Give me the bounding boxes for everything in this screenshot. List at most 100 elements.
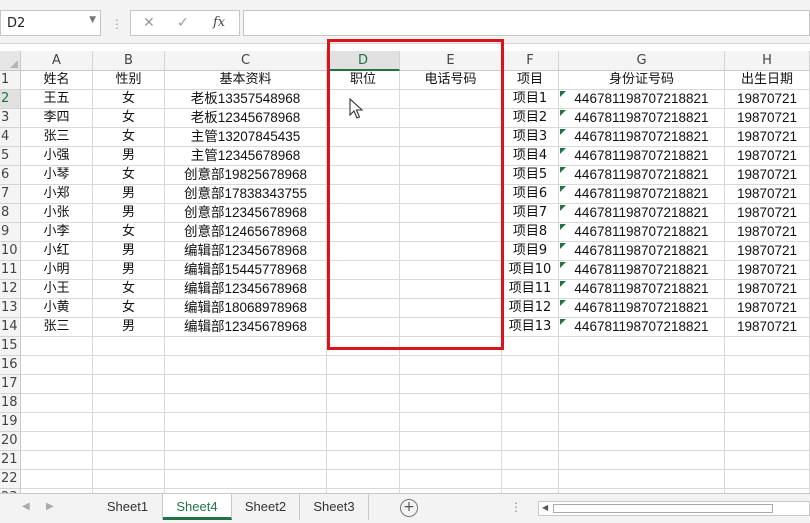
cell-b12[interactable]: 女: [93, 280, 165, 299]
sheet-tab-sheet2[interactable]: Sheet2: [232, 494, 300, 520]
cell-a11[interactable]: 小明: [21, 261, 93, 280]
cell-b5[interactable]: 男: [93, 147, 165, 166]
row-header-18[interactable]: 18: [0, 394, 21, 413]
column-header-d[interactable]: D: [327, 51, 400, 71]
cell-f9[interactable]: 项目8: [502, 223, 559, 242]
scroll-tabs-left-icon[interactable]: ◀: [22, 501, 30, 512]
cell-c10[interactable]: 编辑部12345678968: [165, 242, 327, 261]
cell-d10[interactable]: [327, 242, 400, 261]
cell-c11[interactable]: 编辑部15445778968: [165, 261, 327, 280]
cell-e17[interactable]: [400, 375, 502, 394]
row-header-11[interactable]: 11: [0, 261, 21, 280]
cell-e5[interactable]: [400, 147, 502, 166]
cell-f10[interactable]: 项目9: [502, 242, 559, 261]
cell-e20[interactable]: [400, 432, 502, 451]
cell-b21[interactable]: [93, 451, 165, 470]
select-all-button[interactable]: [0, 51, 21, 71]
cell-h2[interactable]: 19870721: [725, 90, 810, 109]
cell-a1[interactable]: 姓名: [21, 71, 93, 90]
sheet-tab-sheet1[interactable]: Sheet1: [93, 494, 163, 520]
cell-h18[interactable]: [725, 394, 810, 413]
error-indicator-icon[interactable]: [560, 148, 566, 154]
cell-g16[interactable]: [559, 356, 725, 375]
cancel-icon[interactable]: ✕: [143, 15, 155, 31]
cell-b18[interactable]: [93, 394, 165, 413]
column-header-b[interactable]: B: [93, 51, 165, 71]
row-header-19[interactable]: 19: [0, 413, 21, 432]
drag-handle-icon[interactable]: ⋮: [111, 14, 123, 34]
cell-f20[interactable]: [502, 432, 559, 451]
cell-h17[interactable]: [725, 375, 810, 394]
cell-a16[interactable]: [21, 356, 93, 375]
cell-h15[interactable]: [725, 337, 810, 356]
column-header-a[interactable]: A: [21, 51, 93, 71]
scroll-left-icon[interactable]: ◀: [542, 503, 548, 512]
cell-f19[interactable]: [502, 413, 559, 432]
cell-d6[interactable]: [327, 166, 400, 185]
cell-d15[interactable]: [327, 337, 400, 356]
cell-h12[interactable]: 19870721: [725, 280, 810, 299]
cell-d14[interactable]: [327, 318, 400, 337]
cell-c15[interactable]: [165, 337, 327, 356]
more-icon[interactable]: ⋮: [510, 500, 522, 514]
error-indicator-icon[interactable]: [560, 262, 566, 268]
cell-d7[interactable]: [327, 185, 400, 204]
cell-b11[interactable]: 男: [93, 261, 165, 280]
row-header-9[interactable]: 9: [0, 223, 21, 242]
cell-e12[interactable]: [400, 280, 502, 299]
cell-g7[interactable]: 446781198707218821: [559, 185, 725, 204]
cell-b19[interactable]: [93, 413, 165, 432]
cell-a15[interactable]: [21, 337, 93, 356]
cell-g12[interactable]: 446781198707218821: [559, 280, 725, 299]
cell-b17[interactable]: [93, 375, 165, 394]
cell-a6[interactable]: 小琴: [21, 166, 93, 185]
cell-d2[interactable]: [327, 90, 400, 109]
cell-e13[interactable]: [400, 299, 502, 318]
cell-d11[interactable]: [327, 261, 400, 280]
row-header-20[interactable]: 20: [0, 432, 21, 451]
cell-h21[interactable]: [725, 451, 810, 470]
row-header-17[interactable]: 17: [0, 375, 21, 394]
cell-e22[interactable]: [400, 470, 502, 489]
row-header-15[interactable]: 15: [0, 337, 21, 356]
add-sheet-icon[interactable]: +: [400, 499, 418, 517]
cell-e21[interactable]: [400, 451, 502, 470]
cell-h11[interactable]: 19870721: [725, 261, 810, 280]
cell-e18[interactable]: [400, 394, 502, 413]
row-header-1[interactable]: 1: [0, 71, 21, 90]
cell-f15[interactable]: [502, 337, 559, 356]
cell-h14[interactable]: 19870721: [725, 318, 810, 337]
cell-c17[interactable]: [165, 375, 327, 394]
cell-c19[interactable]: [165, 413, 327, 432]
cell-e2[interactable]: [400, 90, 502, 109]
cell-d17[interactable]: [327, 375, 400, 394]
cell-a13[interactable]: 小黄: [21, 299, 93, 318]
cell-a18[interactable]: [21, 394, 93, 413]
cell-h1[interactable]: 出生日期: [725, 71, 810, 90]
error-indicator-icon[interactable]: [560, 205, 566, 211]
cell-g2[interactable]: 446781198707218821: [559, 90, 725, 109]
cell-h7[interactable]: 19870721: [725, 185, 810, 204]
cell-f6[interactable]: 项目5: [502, 166, 559, 185]
cell-c9[interactable]: 创意部12465678968: [165, 223, 327, 242]
cell-a20[interactable]: [21, 432, 93, 451]
cell-d8[interactable]: [327, 204, 400, 223]
cell-a2[interactable]: 王五: [21, 90, 93, 109]
cell-a14[interactable]: 张三: [21, 318, 93, 337]
column-header-h[interactable]: H: [725, 51, 810, 71]
cell-c12[interactable]: 编辑部12345678968: [165, 280, 327, 299]
cell-d9[interactable]: [327, 223, 400, 242]
row-header-8[interactable]: 8: [0, 204, 21, 223]
cell-b7[interactable]: 男: [93, 185, 165, 204]
cell-h19[interactable]: [725, 413, 810, 432]
cell-c2[interactable]: 老板13357548968: [165, 90, 327, 109]
cell-f12[interactable]: 项目11: [502, 280, 559, 299]
cell-g10[interactable]: 446781198707218821: [559, 242, 725, 261]
cell-e3[interactable]: [400, 109, 502, 128]
cell-a17[interactable]: [21, 375, 93, 394]
cell-c4[interactable]: 主管13207845435: [165, 128, 327, 147]
error-indicator-icon[interactable]: [560, 319, 566, 325]
cell-a7[interactable]: 小郑: [21, 185, 93, 204]
error-indicator-icon[interactable]: [560, 243, 566, 249]
cell-a9[interactable]: 小李: [21, 223, 93, 242]
